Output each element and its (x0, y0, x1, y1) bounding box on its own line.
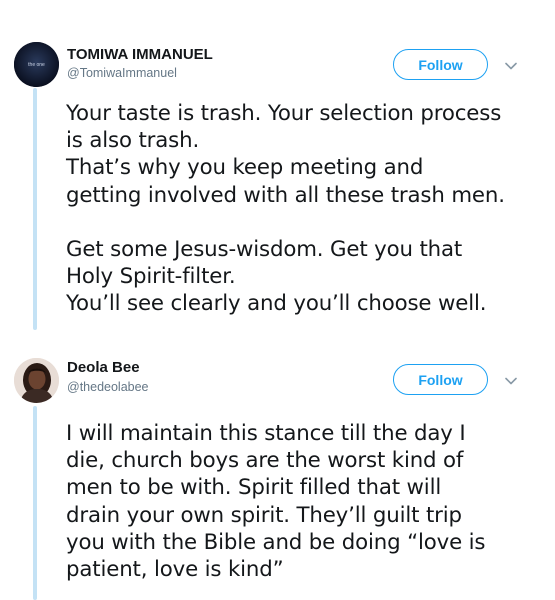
display-name[interactable]: TOMIWA IMMANUEL (67, 46, 213, 63)
tweet-text-line: Holy Spirit-filter. (66, 264, 236, 290)
tweet-text-line: That’s why you keep meeting and (66, 155, 424, 181)
chevron-down-icon[interactable] (502, 372, 520, 390)
tweet-text-line: you with the Bible and be doing “love is (66, 529, 486, 555)
tweet-text-line: You’ll see clearly and you’ll choose wel… (66, 291, 487, 317)
tweet-tomiwa-immanuel[interactable]: the one TOMIWA IMMANUEL @TomiwaImmanuel … (0, 0, 555, 334)
follow-button[interactable]: Follow (393, 364, 488, 395)
avatar-lettering: the one (28, 62, 45, 68)
tweet-text-line: Your taste is trash. Your selection proc… (66, 101, 502, 126)
tweet-deola-bee[interactable]: Deola Bee @thedeolabee Follow I will mai… (0, 334, 555, 600)
avatar[interactable]: the one (14, 42, 59, 87)
tweet-text: Your taste is trash. Your selection proc… (66, 100, 551, 318)
tweet-text: I will maintain this stance till the day… (66, 420, 551, 583)
avatar[interactable] (14, 358, 59, 403)
tweet-text-line: men to be with. Spirit filled that will (66, 475, 442, 501)
follow-button[interactable]: Follow (393, 49, 488, 80)
tweet-text-line: is also trash. (66, 128, 200, 154)
chevron-down-icon[interactable] (502, 57, 520, 75)
thread-line (33, 88, 37, 330)
tweet-text-line: patient, love is kind” (66, 556, 284, 582)
user-handle[interactable]: @TomiwaImmanuel (67, 66, 177, 80)
tweet-text-line: Get some Jesus-wisdom. Get you that (66, 236, 463, 262)
tweet-text-line: die, church boys are the worst kind of (66, 448, 464, 474)
user-handle[interactable]: @thedeolabee (67, 380, 149, 394)
tweet-text-line: getting involved with all these trash me… (66, 182, 505, 208)
display-name[interactable]: Deola Bee (67, 359, 140, 376)
tweet-text-line: I will maintain this stance till the day… (66, 421, 466, 446)
tweet-text-line: drain your own spirit. They’ll guilt tri… (66, 502, 462, 528)
thread-line (33, 406, 37, 600)
